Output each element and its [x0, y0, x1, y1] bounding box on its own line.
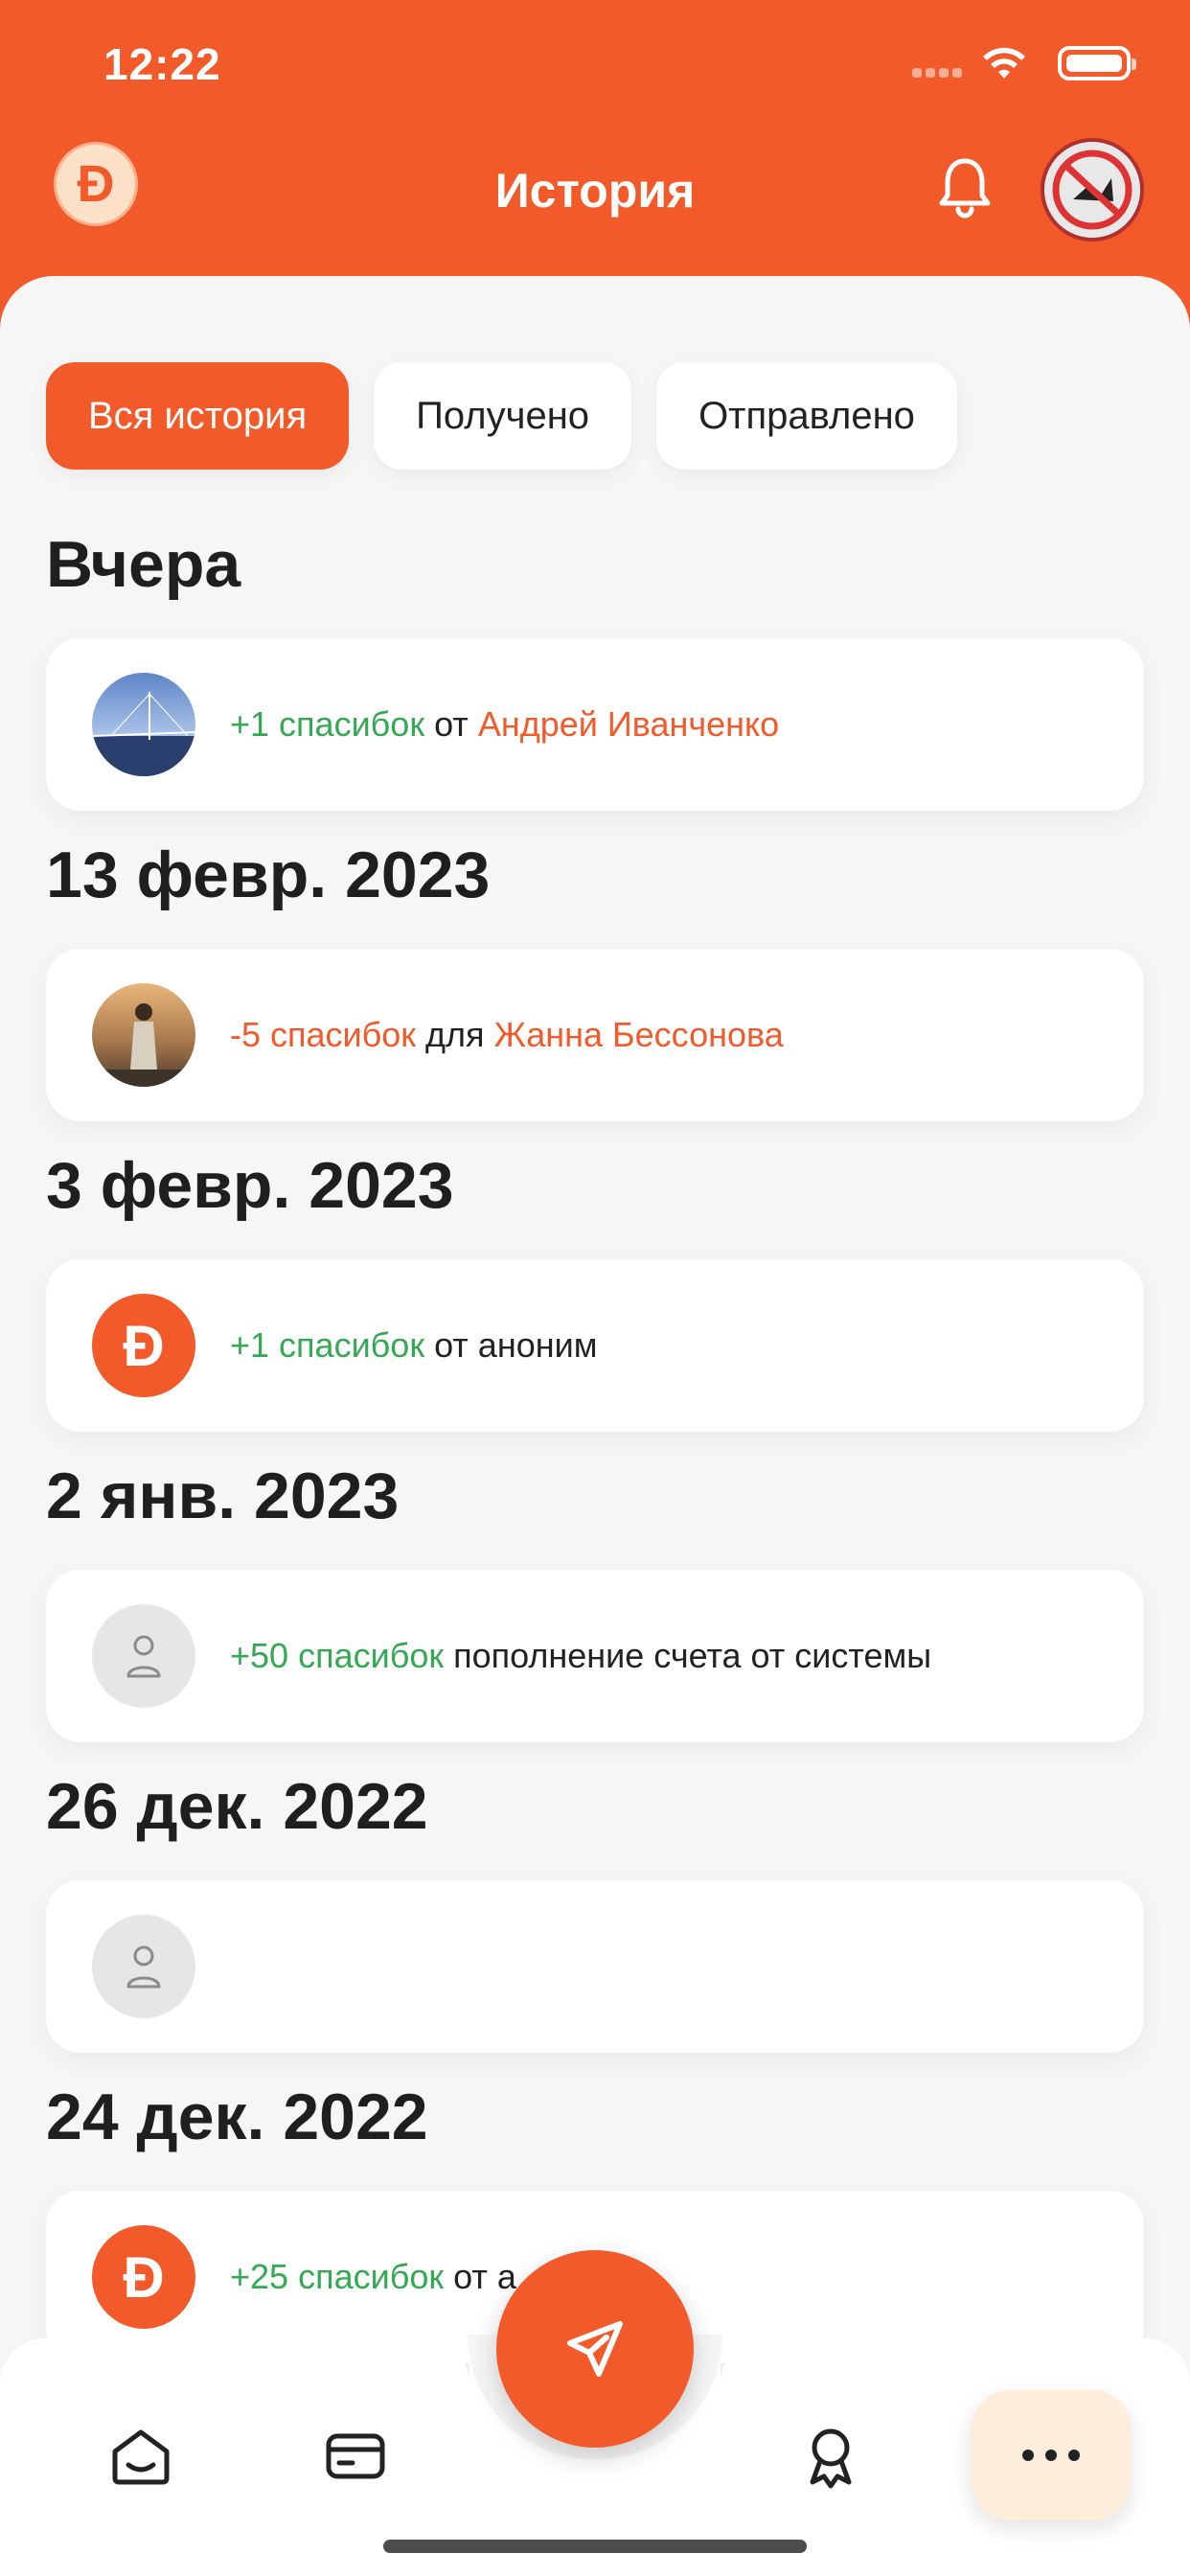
logo-letter: Đ [123, 1313, 165, 1378]
history-text: -5 спасибок для Жанна Бессонова [230, 949, 784, 1121]
filter-all[interactable]: Вся история [46, 362, 350, 470]
filter-sent[interactable]: Отправлено [656, 362, 957, 470]
app-header: Đ История [0, 134, 1190, 278]
history-item[interactable]: -5 спасибок для Жанна Бессонова [46, 949, 1144, 1121]
preposition: от аноним [434, 1325, 598, 1365]
description: пополнение счета от системы [453, 1636, 932, 1675]
profile-avatar-image [1044, 142, 1140, 238]
status-bar: 12:22 [0, 0, 1190, 134]
app-logo-avatar: Đ [92, 2225, 195, 2329]
user-placeholder-avatar [92, 1915, 195, 2018]
user-placeholder-avatar [92, 1604, 195, 1708]
history-sheet: Вся история Получено Отправлено Вчера +1… [0, 276, 1190, 2576]
date-header: 26 дек. 2022 [46, 1770, 428, 1843]
card-icon[interactable] [322, 2423, 389, 2490]
home-indicator [383, 2540, 807, 2553]
award-icon[interactable] [797, 2423, 864, 2490]
history-item[interactable]: Đ +1 спасибок от аноним [46, 1259, 1144, 1432]
filter-received[interactable]: Получено [374, 362, 632, 470]
more-dot [1022, 2450, 1034, 2461]
app-logo-avatar: Đ [92, 1294, 195, 1397]
person-icon [126, 1635, 161, 1678]
person-icon [126, 1945, 161, 1989]
battery-icon [1058, 46, 1136, 80]
wifi-icon [983, 47, 1025, 79]
user-name-link[interactable]: Андрей Иванченко [478, 704, 779, 745]
amount: +25 спасибок [230, 2257, 445, 2296]
history-text: +1 спасибок от аноним [230, 1259, 597, 1432]
preposition: от [434, 704, 469, 744]
amount: +50 спасибок [230, 1636, 445, 1675]
send-icon [567, 2321, 623, 2377]
amount: +1 спасибок [230, 1325, 425, 1365]
user-avatar [92, 983, 195, 1087]
history-item[interactable]: +1 спасибок от Андрей Иванченко [46, 638, 1144, 811]
logo-letter: Đ [123, 2244, 165, 2310]
date-header: 3 февр. 2023 [46, 1149, 454, 1222]
filter-tabs: Вся история Получено Отправлено [46, 362, 957, 470]
date-header: 13 февр. 2023 [46, 839, 491, 911]
preposition: от а [453, 2257, 516, 2296]
history-item[interactable] [46, 1880, 1144, 2053]
date-header: Вчера [46, 528, 241, 601]
amount: +1 спасибок [230, 704, 425, 744]
signal-icon [912, 65, 970, 79]
profile-avatar[interactable] [1041, 138, 1144, 242]
more-dot [1068, 2450, 1080, 2461]
history-text: +1 спасибок от Андрей Иванченко [230, 638, 779, 811]
user-name-link[interactable]: Жанна Бессонова [494, 1015, 784, 1055]
preposition: для [425, 1015, 485, 1054]
send-thanks-button[interactable] [496, 2250, 694, 2448]
page-title: История [494, 164, 696, 218]
date-header: 2 янв. 2023 [46, 1460, 400, 1532]
status-time: 12:22 [103, 39, 221, 89]
history-item[interactable]: +50 спасибок пополнение счета от системы [46, 1570, 1144, 1742]
home-icon[interactable] [107, 2423, 174, 2490]
bell-icon[interactable] [934, 153, 995, 220]
more-dot [1045, 2450, 1057, 2461]
more-button[interactable] [972, 2390, 1131, 2520]
user-avatar [92, 673, 195, 776]
history-text: +50 спасибок пополнение счета от системы [230, 1570, 931, 1742]
amount: -5 спасибок [230, 1015, 417, 1054]
date-header: 24 дек. 2022 [46, 2081, 428, 2153]
